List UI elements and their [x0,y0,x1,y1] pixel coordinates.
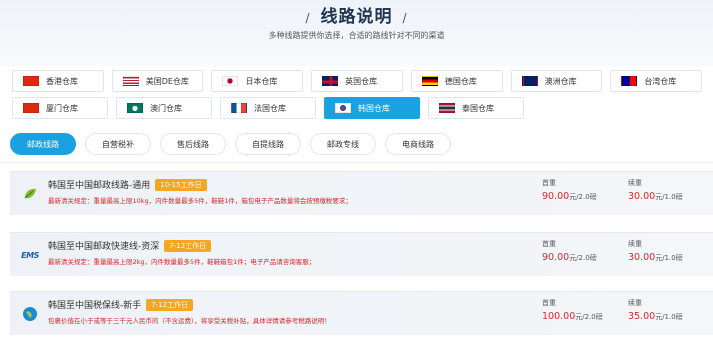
globe-icon [22,306,38,322]
uk-flag-icon [322,76,339,86]
warehouse-row: 香港仓库 美国DE仓库 日本仓库 英国仓库 德国仓库 澳洲仓库 台湾仓库 [12,70,703,92]
warehouse-label: 日本仓库 [245,76,278,86]
tab-route-type[interactable]: 自营税补 [85,133,151,155]
first-weight-price: 100.00元/2.0磅 [542,311,603,322]
warehouse-label: 韩国仓库 [358,103,390,113]
route-name: 韩国至中国邮政线路-通用 10-15工作日 [48,178,207,191]
first-weight-price: 90.00元/2.0磅 [542,191,597,202]
continued-weight-label: 续重 [628,240,642,248]
delivery-time-badge: 7-12工作日 [146,299,194,311]
ems-logo-icon: EMS [21,250,39,260]
warehouse-item[interactable]: 台湾仓库 [610,70,703,92]
route-type-tabs: 邮政线路 自营税补 售后线路 自提线路 邮政专线 电商线路 [10,133,451,155]
th-flag-icon [439,103,455,113]
warehouse-selector: 香港仓库 美国DE仓库 日本仓库 英国仓库 德国仓库 澳洲仓库 台湾仓库 厦门仓库 澳门仓库 法… [12,70,703,124]
warehouse-label: 澳门仓库 [150,103,182,113]
continued-weight-label: 续重 [628,179,642,187]
tab-route-type[interactable]: 售后线路 [160,133,226,155]
warehouse-item[interactable]: 法国仓库 [220,97,316,119]
au-flag-icon [521,76,538,86]
warehouse-item[interactable]: 澳门仓库 [116,97,212,119]
page-header: / 线路说明 / 多种线路提供你选择，合适的路线针对不同的渠道 [0,0,713,66]
first-weight-label: 首重 [542,179,556,187]
route-card[interactable]: 韩国至中国邮政线路-通用 10-15工作日最新清关规定：重量最高上限10kg，内件… [10,171,713,215]
tab-route-type[interactable]: 邮政专线 [310,133,376,155]
warehouse-item[interactable]: 德国仓库 [410,70,503,92]
jp-flag-icon [222,76,239,86]
tab-route-type[interactable]: 电商线路 [385,133,451,155]
continued-weight: 续重 35.00元/1.0磅 [628,298,683,322]
route-note: 最新清关规定：重量最高上限2kg，内件数量最多5件，鞋鞋箱包1件；电子产品请咨询… [48,258,316,266]
mo-flag-icon [127,103,143,113]
warehouse-row: 厦门仓库 澳门仓库 法国仓库 韩国仓库 泰国仓库 [12,97,702,119]
delivery-time-badge: 7-12工作日 [164,240,212,252]
warehouse-label: 厦门仓库 [46,103,78,113]
first-weight: 首重 90.00元/2.0磅 [542,239,597,263]
route-card[interactable]: EMS 韩国至中国邮政快速线-资深 7-12工作日最新清关规定：重量最高上限2kg，… [10,232,713,276]
warehouse-label: 澳洲仓库 [544,76,577,86]
route-note: 最新清关规定：重量最高上限10kg，内件数量最多5件，鞋鞋1件，箱包电子产品数量… [48,197,352,205]
fr-flag-icon [231,103,247,113]
warehouse-label: 香港仓库 [46,76,78,86]
tab-route-type[interactable]: 自提线路 [235,133,301,155]
warehouse-label: 英国仓库 [345,76,378,86]
delivery-time-badge: 10-15工作日 [155,179,207,191]
warehouse-label: 台湾仓库 [644,76,677,86]
warehouse-item[interactable]: 泰国仓库 [428,97,524,119]
page-title: / 线路说明 / [305,7,408,27]
first-weight: 首重 90.00元/2.0磅 [542,178,597,202]
tab-route-type[interactable]: 邮政线路 [10,133,76,155]
kr-flag-icon [335,103,351,113]
page-subtitle: 多种线路提供你选择，合适的路线针对不同的渠道 [268,31,445,40]
warehouse-item[interactable]: 韩国仓库 [324,97,420,119]
continued-weight: 续重 30.00元/1.0磅 [628,178,683,202]
warehouse-label: 德国仓库 [444,76,477,86]
continued-weight-label: 续重 [628,299,642,307]
warehouse-label: 法国仓库 [254,103,286,113]
tw-flag-icon [621,76,638,86]
route-note: 包裹价值在小于或等于三千元人民币的（不含运费），将享受关税补贴，具体详情请参考税… [48,317,331,325]
warehouse-label: 泰国仓库 [462,103,494,113]
continued-weight: 续重 30.00元/1.0磅 [628,239,683,263]
warehouse-item[interactable]: 日本仓库 [211,70,304,92]
warehouse-label: 美国DE仓库 [145,76,189,86]
warehouse-item[interactable]: 香港仓库 [12,70,104,92]
continued-weight-price: 30.00元/1.0磅 [628,252,683,263]
first-weight-label: 首重 [542,240,556,248]
warehouse-item[interactable]: 澳洲仓库 [510,70,603,92]
route-card[interactable]: 韩国至中国税保线-新手 7-12工作日包裹价值在小于或等于三千元人民币的（不含运费… [10,291,713,335]
hk-flag-icon [23,76,39,86]
warehouse-item[interactable]: 英国仓库 [311,70,403,92]
first-weight-label: 首重 [542,299,556,307]
route-name: 韩国至中国邮政快速线-资深 7-12工作日 [48,239,212,252]
de-flag-icon [421,76,438,86]
us-flag-icon [122,76,139,86]
warehouse-item[interactable]: 美国DE仓库 [111,70,204,92]
first-weight: 首重 100.00元/2.0磅 [542,298,603,322]
continued-weight-price: 35.00元/1.0磅 [628,311,683,322]
first-weight-price: 90.00元/2.0磅 [542,252,597,263]
divider [0,162,713,163]
route-name: 韩国至中国税保线-新手 7-12工作日 [48,298,194,311]
cn-flag-icon [23,103,39,113]
leaf-logo-icon [22,186,38,202]
continued-weight-price: 30.00元/1.0磅 [628,191,683,202]
warehouse-item[interactable]: 厦门仓库 [12,97,108,119]
